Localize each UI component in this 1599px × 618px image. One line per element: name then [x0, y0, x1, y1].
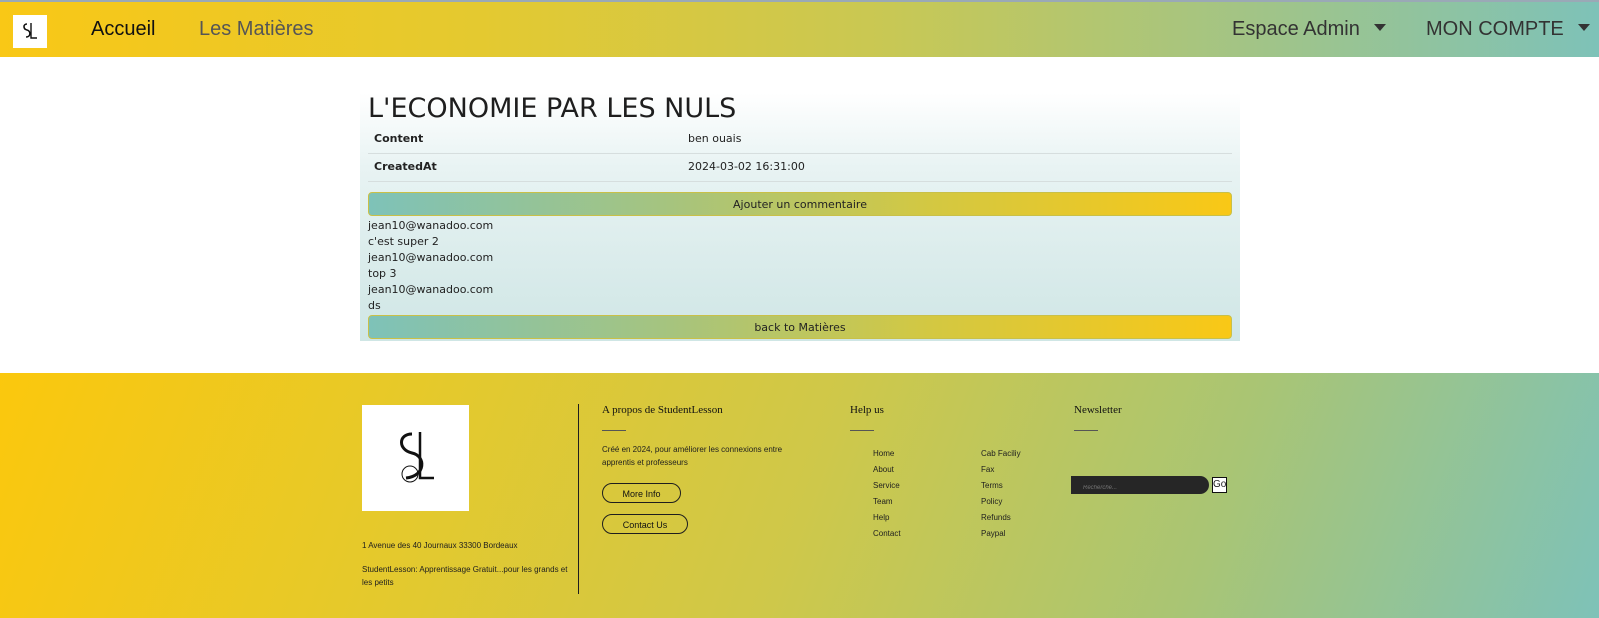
- footer-link-refunds[interactable]: Refunds: [981, 513, 1011, 522]
- footer-divider: [578, 404, 579, 594]
- footer-link-help[interactable]: Help: [873, 513, 889, 522]
- table-row: CreatedAt 2024-03-02 16:31:00: [368, 154, 1232, 182]
- row-value: ben ouais: [688, 132, 742, 145]
- comment-text: ds: [368, 299, 381, 312]
- newsletter-search: [1071, 476, 1209, 494]
- account-dropdown[interactable]: MON COMPTE: [1426, 18, 1590, 41]
- comment-text: top 3: [368, 267, 397, 280]
- navbar: Accueil Les Matières Espace Admin MON CO…: [0, 2, 1599, 57]
- chevron-down-icon: [1373, 24, 1386, 32]
- row-value: 2024-03-02 16:31:00: [688, 160, 805, 173]
- add-comment-button[interactable]: Ajouter un commentaire: [368, 192, 1232, 216]
- account-dropdown-label: MON COMPTE: [1426, 18, 1564, 40]
- row-key: CreatedAt: [374, 160, 437, 173]
- heading-underline: [1074, 430, 1098, 431]
- comment-author: jean10@wanadoo.com: [368, 219, 494, 232]
- row-key: Content: [374, 132, 424, 145]
- footer-address: 1 Avenue des 40 Journaux 33300 Bordeaux: [362, 541, 518, 550]
- admin-dropdown-label: Espace Admin: [1232, 18, 1360, 40]
- footer-link-paypal[interactable]: Paypal: [981, 529, 1005, 538]
- footer-link-contact[interactable]: Contact: [873, 529, 901, 538]
- sl-logo-icon: [362, 405, 469, 511]
- comment-author: jean10@wanadoo.com: [368, 283, 494, 296]
- help-heading: Help us: [850, 404, 884, 416]
- contact-us-button[interactable]: Contact Us: [602, 514, 688, 534]
- newsletter-heading: Newsletter: [1074, 404, 1122, 416]
- comment-author: jean10@wanadoo.com: [368, 251, 494, 264]
- table-row: Content ben ouais: [368, 126, 1232, 154]
- footer-link-service[interactable]: Service: [873, 481, 900, 490]
- page-title: L'ECONOMIE PAR LES NULS: [368, 93, 737, 124]
- more-info-button[interactable]: More Info: [602, 483, 681, 503]
- footer-link-about[interactable]: About: [873, 465, 894, 474]
- comment-text: c'est super 2: [368, 235, 439, 248]
- footer-link-fax[interactable]: Fax: [981, 465, 994, 474]
- chevron-down-icon: [1577, 24, 1590, 32]
- footer-link-policy[interactable]: Policy: [981, 497, 1002, 506]
- heading-underline: [602, 430, 626, 431]
- about-text: Créé en 2024, pour améliorer les connexi…: [602, 445, 783, 467]
- sl-logo-icon[interactable]: [13, 15, 47, 48]
- about-heading: A propos de StudentLesson: [602, 404, 723, 416]
- footer-link-team[interactable]: Team: [873, 497, 893, 506]
- footer-link-cab-facility[interactable]: Cab Faciliy: [981, 449, 1021, 458]
- nav-subjects-link[interactable]: Les Matières: [199, 18, 314, 41]
- back-to-subjects-button[interactable]: back to Matières: [368, 315, 1232, 339]
- footer-link-terms[interactable]: Terms: [981, 481, 1003, 490]
- newsletter-search-input[interactable]: [1083, 485, 1193, 491]
- heading-underline: [850, 430, 874, 431]
- nav-home-link[interactable]: Accueil: [91, 18, 155, 41]
- article-card: L'ECONOMIE PAR LES NULS Content ben ouai…: [360, 93, 1240, 341]
- footer-link-home[interactable]: Home: [873, 449, 894, 458]
- go-button[interactable]: Go: [1212, 477, 1227, 493]
- footer-tagline: StudentLesson: Apprentissage Gratuit...p…: [362, 565, 568, 587]
- footer: 1 Avenue des 40 Journaux 33300 Bordeaux …: [0, 373, 1599, 618]
- admin-dropdown[interactable]: Espace Admin: [1232, 18, 1386, 41]
